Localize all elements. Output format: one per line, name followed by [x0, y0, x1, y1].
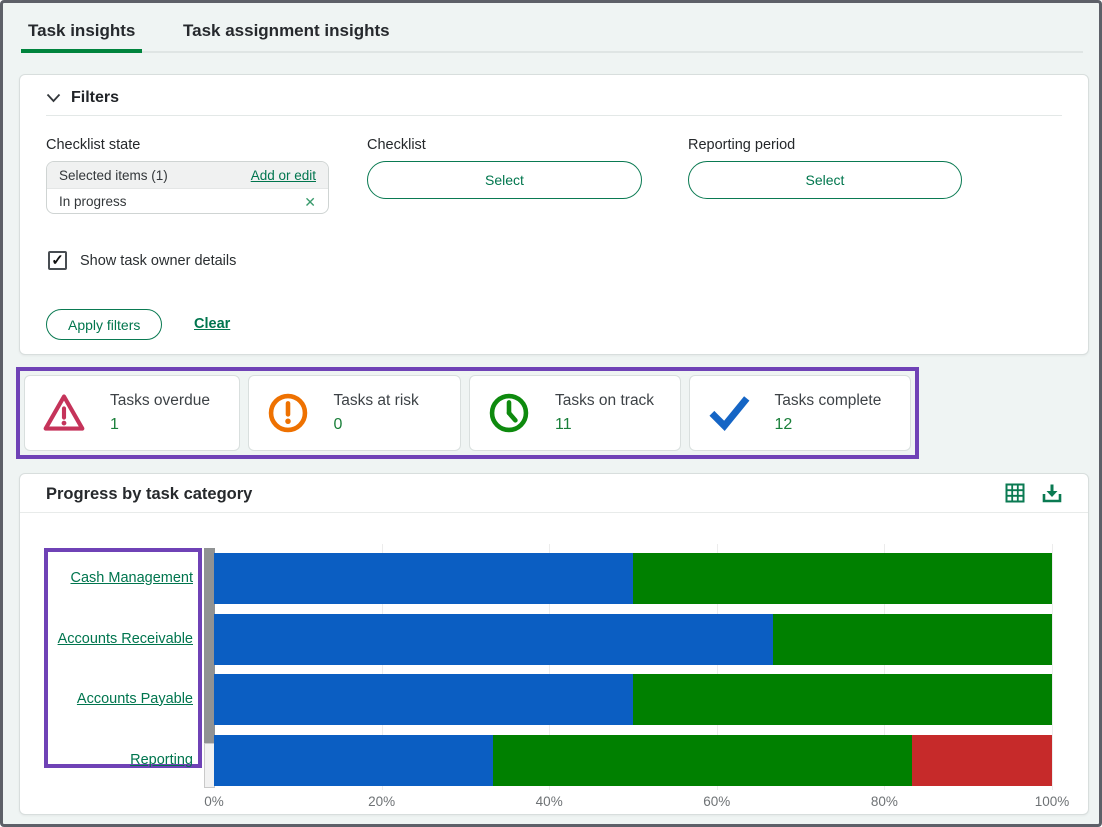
gridline [1052, 544, 1053, 790]
bar-accounts-receivable [214, 614, 1052, 665]
bar-segment-overdue[interactable] [912, 735, 1052, 786]
chart-plot-area [214, 544, 1053, 790]
reporting-period-label: Reporting period [688, 137, 796, 153]
show-task-owner-checkbox[interactable]: ✓ [48, 251, 67, 270]
bar-segment-on_track[interactable] [493, 735, 913, 786]
checkmark-icon [708, 396, 749, 431]
selected-items-summary: Selected items (1) [59, 167, 168, 183]
kpi-highlight-box: Tasks overdue 1 Tasks at risk 0 Tasks on… [16, 367, 919, 459]
selected-item-value: In progress [59, 194, 127, 209]
kpi-label: Tasks overdue [110, 392, 210, 409]
category-link-accounts-payable[interactable]: Accounts Payable [20, 691, 193, 707]
tabbar-baseline [21, 51, 1083, 53]
chart-x-axis: 0% 20% 40% 60% 80% 100% [204, 794, 1069, 812]
bar-segment-on_track[interactable] [633, 553, 1052, 604]
checklist-state-selected-box: Selected items (1) Add or edit In progre… [46, 161, 329, 214]
bar-accounts-payable [214, 674, 1052, 725]
reporting-period-select-button[interactable]: Select [688, 161, 962, 199]
tab-bar: Task insights Task assignment insights [20, 21, 1083, 53]
clear-filters-link[interactable]: Clear [194, 316, 230, 332]
bar-segment-complete[interactable] [214, 614, 773, 665]
filters-collapse-toggle[interactable]: Filters [46, 89, 119, 107]
x-tick-label: 60% [703, 794, 731, 809]
kpi-value: 12 [774, 416, 793, 433]
kpi-card-tasks-overdue: Tasks overdue 1 [24, 375, 240, 451]
alert-circle-icon [268, 393, 307, 433]
tab-task-insights[interactable]: Task insights [20, 21, 143, 53]
checklist-state-label: Checklist state [46, 137, 141, 153]
tab-task-assignment-insights[interactable]: Task assignment insights [183, 21, 390, 41]
checkmark-glyph: ✓ [51, 251, 64, 269]
bar-reporting [214, 735, 1052, 786]
bar-segment-on_track[interactable] [633, 674, 1052, 725]
category-link-accounts-receivable[interactable]: Accounts Receivable [20, 631, 193, 647]
checklist-label: Checklist [367, 137, 426, 153]
chevron-down-icon [46, 93, 61, 103]
app-window: Task insights Task assignment insights F… [0, 0, 1102, 827]
kpi-label: Tasks complete [774, 392, 882, 409]
category-link-reporting[interactable]: Reporting [20, 752, 193, 768]
kpi-card-tasks-on-track: Tasks on track 11 [469, 375, 681, 451]
x-tick-label: 100% [1034, 794, 1070, 809]
filters-title: Filters [71, 89, 120, 106]
x-tick-label: 40% [535, 794, 563, 809]
x-tick-label: 0% [204, 794, 224, 809]
filters-separator [46, 115, 1062, 116]
x-tick-label: 80% [870, 794, 898, 809]
bar-cash-management [214, 553, 1052, 604]
kpi-label: Tasks at risk [333, 392, 419, 409]
kpi-card-tasks-at-risk: Tasks at risk 0 [247, 375, 461, 451]
bar-segment-complete[interactable] [214, 674, 633, 725]
x-tick-label: 20% [368, 794, 396, 809]
kpi-card-tasks-complete: Tasks complete 12 [688, 375, 911, 451]
show-task-owner-row[interactable]: ✓ Show task owner details [48, 251, 236, 270]
add-or-edit-link[interactable]: Add or edit [251, 168, 316, 183]
show-task-owner-label: Show task owner details [80, 252, 237, 269]
warning-triangle-icon [43, 394, 85, 431]
chart-title-separator [20, 512, 1088, 513]
progress-chart-panel: Progress by task category Cash Managemen… [19, 473, 1089, 815]
download-icon[interactable] [1042, 483, 1062, 503]
clock-icon [489, 393, 529, 433]
remove-item-icon[interactable]: ✕ [304, 195, 316, 209]
kpi-value: 11 [555, 416, 572, 433]
kpi-value: 1 [110, 416, 119, 433]
apply-filters-button[interactable]: Apply filters [46, 309, 163, 340]
filters-panel: Filters Checklist state Selected items (… [19, 74, 1089, 355]
kpi-label: Tasks on track [555, 392, 655, 409]
table-view-icon[interactable] [1005, 483, 1025, 503]
kpi-value: 0 [333, 416, 343, 433]
bar-segment-complete[interactable] [214, 553, 633, 604]
checklist-select-button[interactable]: Select [367, 161, 642, 199]
bar-segment-complete[interactable] [214, 735, 494, 786]
category-link-cash-management[interactable]: Cash Management [20, 570, 193, 586]
chart-title: Progress by task category [46, 485, 253, 503]
bar-segment-on_track[interactable] [772, 614, 1052, 665]
